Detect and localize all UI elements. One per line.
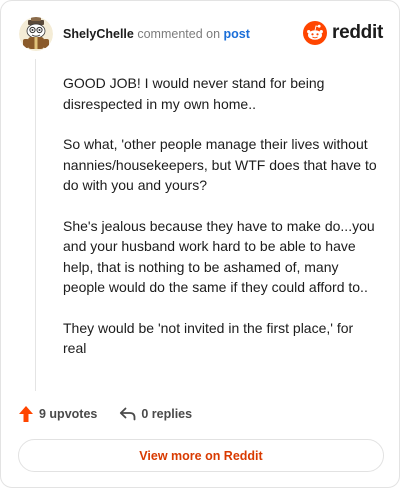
comment-byline: ShelyChelle commented on post: [63, 26, 250, 42]
avatar[interactable]: [19, 17, 53, 51]
embedded-comment-card: ShelyChelle commented on post reddit GOO…: [0, 0, 400, 488]
reddit-wordmark: reddit: [332, 22, 383, 43]
comment-paragraph: They would be 'not invited in the first …: [63, 319, 354, 357]
view-more-on-reddit-button[interactable]: View more on Reddit: [18, 439, 384, 472]
comment-body: GOOD JOB! I would never stand for being …: [63, 73, 379, 379]
upvote-count: 9 upvotes: [39, 407, 98, 421]
comment-header: ShelyChelle commented on post: [19, 17, 250, 51]
username-link[interactable]: ShelyChelle: [63, 27, 134, 41]
snoo-avatar-icon: [19, 17, 53, 51]
upvote-button[interactable]: 9 upvotes: [18, 405, 97, 423]
reddit-snoo-icon: [303, 21, 328, 45]
comment-paragraph: She's jealous because they have to make …: [63, 217, 375, 296]
action-text: commented on: [137, 27, 221, 41]
upvote-arrow-icon: [19, 406, 33, 422]
post-link[interactable]: post: [224, 27, 250, 41]
comment-paragraph: So what, 'other people manage their live…: [63, 136, 377, 193]
reddit-brand[interactable]: reddit: [303, 21, 383, 45]
replies-button[interactable]: 0 replies: [119, 407, 192, 421]
reply-arrow-icon: [120, 407, 136, 421]
thread-line: [35, 59, 36, 391]
reply-count: 0 replies: [141, 407, 193, 421]
comment-actions: 9 upvotes 0 replies: [18, 405, 192, 423]
comment-paragraph: GOOD JOB! I would never stand for being …: [63, 75, 325, 112]
